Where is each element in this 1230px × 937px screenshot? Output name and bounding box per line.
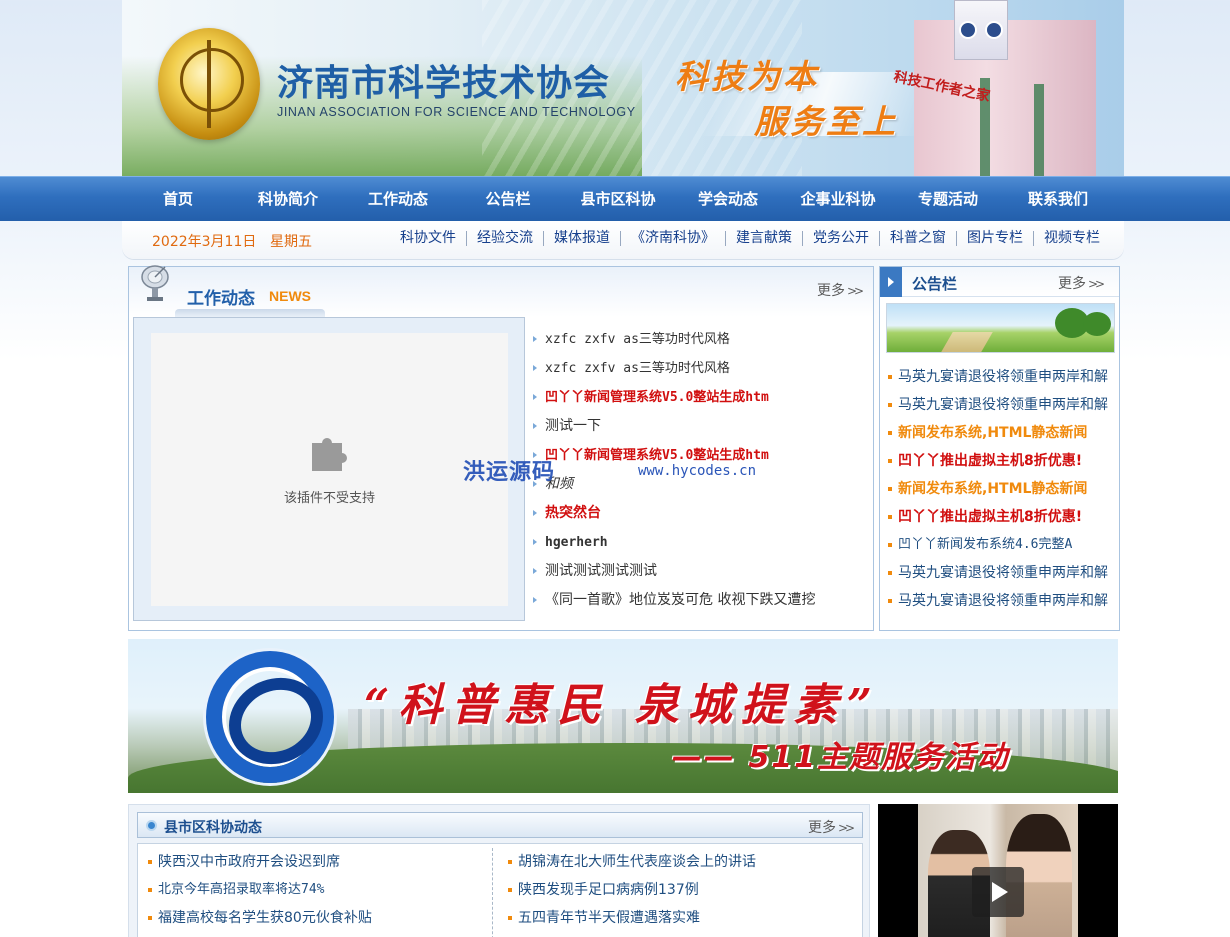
association-logo[interactable] <box>158 28 260 140</box>
news-title-en: NEWS <box>269 288 311 304</box>
site-title: 济南市科学技术协会 <box>277 63 611 104</box>
plugin-placeholder[interactable]: 该插件不受支持 <box>151 333 508 606</box>
nav-item-contact[interactable]: 联系我们 <box>1003 177 1113 222</box>
current-weekday: 星期五 <box>270 234 312 250</box>
county-news-left-list: 陕西汉中市政府开会设迟到席 北京今年高招录取率将达74% 福建高校每名学生获80… <box>146 848 372 932</box>
news-item[interactable]: 凹丫丫新闻管理系统V5.0整站生成htm <box>531 383 815 412</box>
double-chevron-icon: >> <box>847 284 864 298</box>
double-chevron-icon: >> <box>838 821 855 835</box>
notice-panel-header: 公告栏 更多 >> <box>880 267 1119 297</box>
slogan-line-1: 科技为本 <box>675 57 819 96</box>
column-divider <box>492 848 493 937</box>
news-panel-header: 工作动态 NEWS 更多 >> <box>129 265 873 317</box>
watermark-url: www.hycodes.cn <box>638 463 757 479</box>
landscape-tree <box>1083 312 1111 336</box>
sub-link-popsci[interactable]: 科普之窗 <box>880 231 957 246</box>
notice-more-link[interactable]: 更多 >> <box>1058 273 1105 293</box>
notice-item[interactable]: 马英九宴请退役将领重申两岸和解 <box>886 559 1108 587</box>
news-item[interactable]: xzfc zxfv as三等功时代风格 <box>531 354 815 383</box>
sub-link-media[interactable]: 媒体报道 <box>544 231 621 246</box>
county-news-item[interactable]: 陕西发现手足口病病例137例 <box>506 876 756 904</box>
county-news-panel: 县市区科协动态 更多 >> 陕西汉中市政府开会设迟到席 北京今年高招录取率将达74… <box>128 804 870 937</box>
nav-item-enterprise[interactable]: 企事业科协 <box>783 177 893 222</box>
nav-item-home[interactable]: 首页 <box>123 177 233 222</box>
news-more-link[interactable]: 更多 >> <box>817 280 864 300</box>
puzzle-piece-icon <box>312 438 347 471</box>
slogan-line-2: 服务至上 <box>754 102 898 141</box>
news-more-label: 更多 <box>817 283 845 299</box>
sub-link-videos[interactable]: 视频专栏 <box>1034 231 1110 246</box>
plugin-unsupported-text: 该插件不受支持 <box>283 491 375 506</box>
county-news-item[interactable]: 五四青年节半天假遭遇落实难 <box>506 904 756 932</box>
promo-banner[interactable]: “科普惠民 泉城提素” —— 511主题服务活动 <box>128 639 1118 793</box>
sub-link-photos[interactable]: 图片专栏 <box>957 231 1034 246</box>
news-item[interactable]: xzfc zxfv as三等功时代风格 <box>531 325 815 354</box>
notice-item[interactable]: 凹丫丫推出虚拟主机8折优惠! <box>886 447 1108 475</box>
sub-link-suggestions[interactable]: 建言献策 <box>726 231 803 246</box>
promo-title: “科普惠民 泉城提素” <box>364 680 881 731</box>
notice-item[interactable]: 新闻发布系统,HTML静态新闻 <box>886 475 1108 503</box>
nav-item-news[interactable]: 工作动态 <box>343 177 453 222</box>
nav-item-special[interactable]: 专题活动 <box>893 177 1003 222</box>
notice-item[interactable]: 新闻发布系统,HTML静态新闻 <box>886 419 1108 447</box>
nav-item-notice[interactable]: 公告栏 <box>453 177 563 222</box>
county-news-item[interactable]: 胡锦涛在北大师生代表座谈会上的讲话 <box>506 848 756 876</box>
main-nav: 首页 科协简介 工作动态 公告栏 县市区科协 学会动态 企事业科协 专题活动 联… <box>0 176 1230 221</box>
clock-face-right <box>985 21 1003 39</box>
sub-link-experience[interactable]: 经验交流 <box>467 231 544 246</box>
site-subtitle: JINAN ASSOCIATION FOR SCIENCE AND TECHNO… <box>277 105 636 119</box>
arrow-right-icon <box>880 267 902 297</box>
notice-panel: 公告栏 更多 >> 马英九宴请退役将领重申两岸和解 马英九宴请退役将领重申两岸和解… <box>879 266 1120 631</box>
notice-item[interactable]: 凹丫丫推出虚拟主机8折优惠! <box>886 503 1108 531</box>
video-player[interactable] <box>878 804 1118 937</box>
notice-item[interactable]: 马英九宴请退役将领重申两岸和解 <box>886 363 1108 391</box>
county-more-link[interactable]: 更多 >> <box>808 817 855 837</box>
county-more-label: 更多 <box>808 820 836 836</box>
clock-face-left <box>959 21 977 39</box>
notice-landscape-image <box>886 303 1115 353</box>
watermark-text: 洪运源码 <box>463 460 556 485</box>
news-item[interactable]: 测试一下 <box>531 412 815 441</box>
sub-link-documents[interactable]: 科协文件 <box>390 231 467 246</box>
building-window-strip <box>1034 84 1044 176</box>
double-chevron-icon: >> <box>1088 277 1105 291</box>
news-title: 工作动态 <box>187 289 255 309</box>
county-news-header: 县市区科协动态 更多 >> <box>137 812 863 838</box>
county-news-item[interactable]: 北京今年高招录取率将达74% <box>146 876 372 904</box>
news-item[interactable]: 热突然台 <box>531 499 815 528</box>
notice-list: 马英九宴请退役将领重申两岸和解 马英九宴请退役将领重申两岸和解 新闻发布系统,H… <box>886 363 1108 615</box>
county-news-right-list: 胡锦涛在北大师生代表座谈会上的讲话 陕西发现手足口病病例137例 五四青年节半天… <box>506 848 756 932</box>
news-item[interactable]: 《同一首歌》地位岌岌可危 收视下跌又遭挖 <box>531 586 815 615</box>
sub-links: 科协文件 经验交流 媒体报道 《济南科协》 建言献策 党务公开 科普之窗 图片专… <box>390 231 1110 246</box>
county-news-title: 县市区科协动态 <box>164 820 262 836</box>
play-icon[interactable] <box>972 867 1024 917</box>
county-news-body: 陕西汉中市政府开会设迟到席 北京今年高招录取率将达74% 福建高校每名学生获80… <box>137 843 863 937</box>
notice-item[interactable]: 凹丫丫新闻发布系统4.6完整A <box>886 531 1108 559</box>
news-item[interactable]: hgerherh <box>531 528 815 557</box>
news-panel: 工作动态 NEWS 更多 >> 该插件不受支持 xzfc zxfv as三等功时代… <box>128 265 874 631</box>
sub-link-journal[interactable]: 《济南科协》 <box>621 231 726 246</box>
nav-item-about[interactable]: 科协简介 <box>233 177 343 222</box>
building-image <box>914 0 1096 176</box>
clock-tower <box>954 0 1008 60</box>
notice-more-label: 更多 <box>1058 276 1086 292</box>
news-item[interactable]: 测试测试测试测试 <box>531 557 815 586</box>
current-date: 2022年3月11日 <box>152 234 257 250</box>
sub-nav-bar: 2022年3月11日 星期五 科协文件 经验交流 媒体报道 《济南科协》 建言献… <box>122 221 1124 259</box>
news-tab-base <box>175 309 325 317</box>
notice-item[interactable]: 马英九宴请退役将领重申两岸和解 <box>886 587 1108 615</box>
notice-title: 公告栏 <box>912 275 958 293</box>
landscape-path <box>941 332 993 352</box>
sub-link-party[interactable]: 党务公开 <box>803 231 880 246</box>
notice-item[interactable]: 马英九宴请退役将领重申两岸和解 <box>886 391 1108 419</box>
county-news-item[interactable]: 福建高校每名学生获80元伙食补贴 <box>146 904 372 932</box>
bullet-circle-icon <box>146 820 157 831</box>
nav-item-society[interactable]: 学会动态 <box>673 177 783 222</box>
nav-item-county[interactable]: 县市区科协 <box>563 177 673 222</box>
satellite-dish-icon <box>141 265 169 301</box>
promo-subtitle: —— 511主题服务活动 <box>672 740 1010 775</box>
county-news-item[interactable]: 陕西汉中市政府开会设迟到席 <box>146 848 372 876</box>
